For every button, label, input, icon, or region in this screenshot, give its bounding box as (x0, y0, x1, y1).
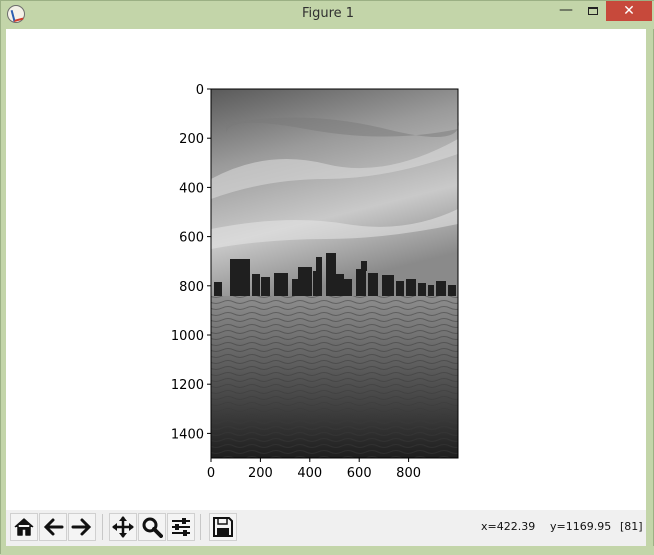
navigation-toolbar: x=422.39 y=1169.95 [81] (6, 510, 646, 546)
axes-plot[interactable]: 0 200 400 600 800 1000 1200 1400 0 200 400 600 800 (6, 29, 646, 510)
pixel-value-readout: [81] (620, 520, 643, 533)
figure-canvas[interactable]: 0 200 400 600 800 1000 1200 1400 0 200 400 600 800 (6, 29, 646, 510)
maximize-icon (588, 7, 598, 15)
zoom-button[interactable] (138, 513, 166, 541)
y-tick-label: 800 (179, 280, 204, 295)
pan-icon (112, 516, 134, 538)
x-tick-label: 400 (297, 466, 322, 481)
y-tick-label: 1400 (171, 427, 204, 442)
grayscale-photo (211, 89, 459, 458)
y-tick-label: 1000 (171, 329, 204, 344)
title-bar[interactable]: Figure 1 — ✕ (1, 1, 654, 29)
x-coordinate-readout: x=422.39 (481, 520, 536, 533)
configure-subplots-button[interactable] (167, 513, 195, 541)
zoom-icon (142, 517, 163, 538)
y-coordinate-readout: y=1169.95 (550, 520, 612, 533)
x-tick-label: 600 (347, 466, 372, 481)
forward-button[interactable] (68, 513, 96, 541)
pan-button[interactable] (109, 513, 137, 541)
y-tick-label: 400 (179, 181, 204, 196)
home-icon (14, 518, 34, 536)
configure-subplots-icon (172, 518, 190, 536)
close-button[interactable]: ✕ (606, 1, 652, 21)
y-tick-label: 1200 (171, 378, 204, 393)
figure-window: Figure 1 — ✕ 0 200 400 600 800 1000 1200… (0, 0, 654, 555)
x-axis: 0 200 400 600 800 (207, 458, 421, 481)
forward-arrow-icon (71, 518, 92, 536)
save-button[interactable] (209, 513, 237, 541)
minimize-button[interactable]: — (552, 1, 580, 21)
toolbar-separator (200, 514, 201, 540)
x-tick-label: 800 (396, 466, 421, 481)
back-arrow-icon (43, 518, 64, 536)
y-tick-label: 200 (179, 132, 204, 147)
home-button[interactable] (10, 513, 38, 541)
maximize-button[interactable] (580, 1, 606, 21)
x-tick-label: 200 (248, 466, 273, 481)
x-tick-label: 0 (207, 466, 215, 481)
back-button[interactable] (39, 513, 67, 541)
save-icon (213, 517, 233, 537)
y-axis: 0 200 400 600 800 1000 1200 1400 (171, 83, 211, 442)
y-tick-label: 600 (179, 231, 204, 246)
toolbar-separator (102, 514, 103, 540)
y-tick-label: 0 (196, 83, 204, 98)
